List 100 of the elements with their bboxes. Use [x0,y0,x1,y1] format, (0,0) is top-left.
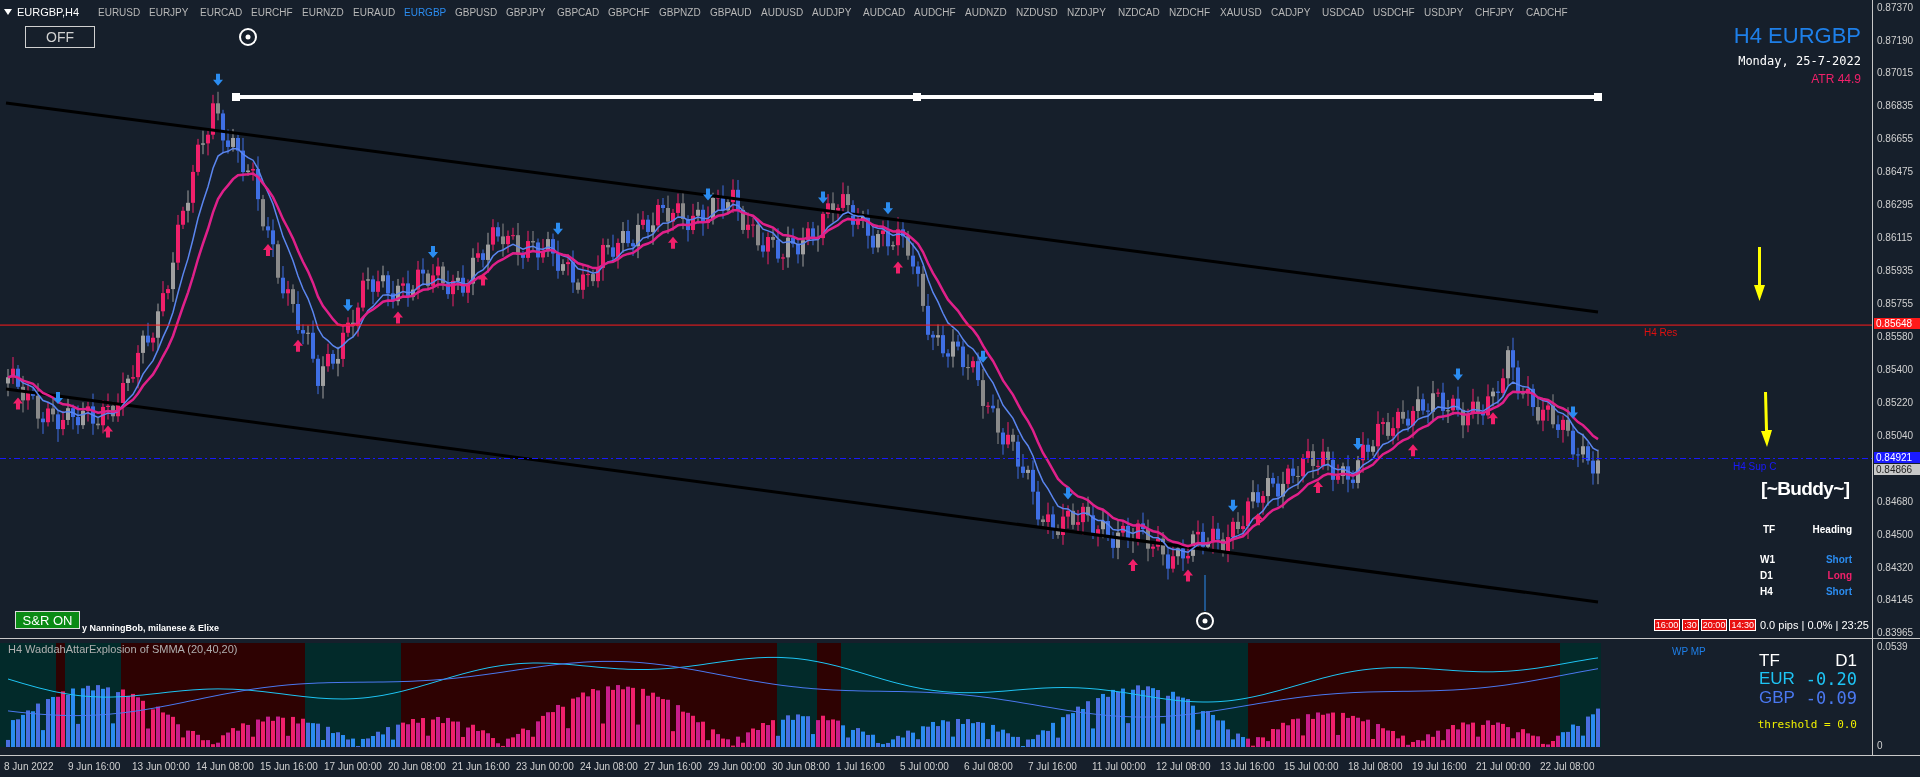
status-text: 0.0 pips | 0.0% | 23:25 [1759,619,1869,631]
price-tick: 0.84145 [1877,593,1914,605]
symbol-tab[interactable]: USDJPY [1424,6,1475,18]
session-tag: 20:00 [1700,619,1728,631]
arrow-down-icon [213,73,223,86]
arrow-up-icon [103,425,113,438]
arrow-up-icon [263,243,273,256]
symbol-tab[interactable]: EURJPY [149,6,200,18]
symbol-tab[interactable]: NZDCAD [1118,6,1169,18]
indicator-tick: 0 [1877,740,1883,751]
price-tick: 0.87370 [1877,2,1914,13]
time-tick: 13 Jul 16:00 [1220,761,1276,772]
session-tag: :30 [1682,619,1699,631]
arrow-down-icon [883,202,893,215]
time-tick: 9 Jun 16:00 [68,761,122,772]
indicator-title: H4 WaddahAttarExplosion of SMMA (20,40,20) [8,643,238,655]
level-label: H4 Res [1644,327,1678,339]
price-tick: 0.86655 [1877,133,1914,145]
heading-label: Short [1825,554,1852,565]
symbol-tab[interactable]: GBPCAD [557,6,608,18]
chart-symbol-label[interactable]: EURGBP,H4 [4,6,98,18]
symbol-tab[interactable]: USDCHF [1373,6,1424,18]
time-tick: 20 Jun 08:00 [388,761,447,772]
symbol-tab[interactable]: USDCAD [1322,6,1373,18]
legend-label: WP MP [1672,646,1706,657]
time-tick: 27 Jun 16:00 [644,761,703,772]
atr-label: ATR 44.9 [1811,72,1861,86]
symbol-tab[interactable]: XAUUSD [1220,6,1271,18]
price-tick: 0.87190 [1877,35,1914,47]
off-button[interactable]: OFF [25,26,95,48]
arrow-down-icon [1754,247,1765,301]
arrow-up-icon [1313,480,1323,493]
threshold-label: threshold = 0.0 [1757,718,1857,731]
symbol-tab[interactable]: CHFJPY [1475,6,1526,18]
arrow-down-icon [1228,499,1238,512]
symbol-tab[interactable]: EURCHF [251,6,302,18]
price-tick: 0.84320 [1877,561,1914,573]
heading-label: Long [1827,570,1852,581]
price-tick: 0.86475 [1877,166,1914,178]
price-tick: 0.86115 [1877,232,1913,244]
symbol-tab[interactable]: NZDJPY [1067,6,1118,18]
currency-label: EUR [1759,669,1795,689]
symbol-tab[interactable]: EURAUD [353,6,404,18]
time-tick: 1 Jul 16:00 [836,761,886,772]
time-tick: 6 Jul 08:00 [964,761,1014,772]
arrow-down-icon [1453,368,1463,381]
arrow-up-icon [1128,558,1138,571]
arrow-down-icon [818,191,828,204]
indicator-tick: 0.0539 [1877,641,1908,652]
symbol-tab[interactable]: EURUSD [98,6,149,18]
price-tick: 0.87015 [1877,67,1914,79]
symbol-tab[interactable]: NZDUSD [1016,6,1067,18]
symbol-tab[interactable]: EURNZD [302,6,353,18]
time-tick: 29 Jun 00:00 [708,761,767,772]
credit-text: y NanningBob, milanese & Elixe [82,623,220,633]
symbol-tab[interactable]: AUDCAD [863,6,914,18]
symbol-tab[interactable]: AUDCHF [914,6,965,18]
price-tick: 0.84680 [1877,495,1914,507]
column-header: TF [1763,524,1776,535]
currency-value: -0.20 [1805,669,1857,689]
bid-price-label: 0.84866 [1874,463,1920,475]
symbol-tab[interactable]: GBPCHF [608,6,659,18]
currency-label: GBP [1759,688,1795,708]
symbol-tab[interactable]: EURCAD [200,6,251,18]
symbol-tab[interactable]: GBPUSD [455,6,506,18]
arrow-down-icon [978,350,988,363]
price-tick: 0.86295 [1877,199,1914,211]
chart-title: H4 EURGBP [1733,23,1861,49]
time-tick: 5 Jul 00:00 [900,761,950,772]
symbol-tab[interactable]: AUDUSD [761,6,812,18]
symbol-tab[interactable]: CADCHF [1526,6,1577,18]
sr-toggle-button[interactable]: S&R ON [15,611,80,629]
time-tick: 21 Jun 16:00 [452,761,511,772]
arrow-down-icon [428,246,438,259]
time-tick: 15 Jul 00:00 [1284,761,1340,772]
time-tick: 22 Jul 08:00 [1540,761,1596,772]
arrow-up-icon [668,236,678,249]
symbol-tab[interactable]: GBPNZD [659,6,710,18]
time-tick: 12 Jul 08:00 [1156,761,1212,772]
symbol-tab[interactable]: EURGBP [404,6,455,18]
time-tick: 18 Jul 08:00 [1348,761,1404,772]
symbol-tab[interactable]: AUDNZD [965,6,1016,18]
column-header: Heading [1812,524,1852,535]
circle-marker-icon [239,28,257,46]
timeframe-label: W1 [1760,554,1775,565]
arrow-up-icon [13,397,23,410]
heading-label: Short [1825,586,1852,597]
level-label: H4 Sup C [1733,460,1777,472]
arrow-down-icon [1353,437,1363,450]
price-tick: 0.85935 [1877,265,1914,277]
arrow-up-icon [293,339,303,352]
symbol-tab[interactable]: AUDJPY [812,6,863,18]
time-tick: 19 Jul 16:00 [1412,761,1468,772]
arrow-up-icon [1488,412,1498,425]
symbol-tab[interactable]: GBPJPY [506,6,557,18]
symbol-tab[interactable]: CADJPY [1271,6,1322,18]
arrow-down-icon [553,222,563,235]
symbol-tab[interactable]: GBPAUD [710,6,761,18]
price-label: 0.84921 [1874,451,1920,463]
symbol-tab[interactable]: NZDCHF [1169,6,1220,18]
